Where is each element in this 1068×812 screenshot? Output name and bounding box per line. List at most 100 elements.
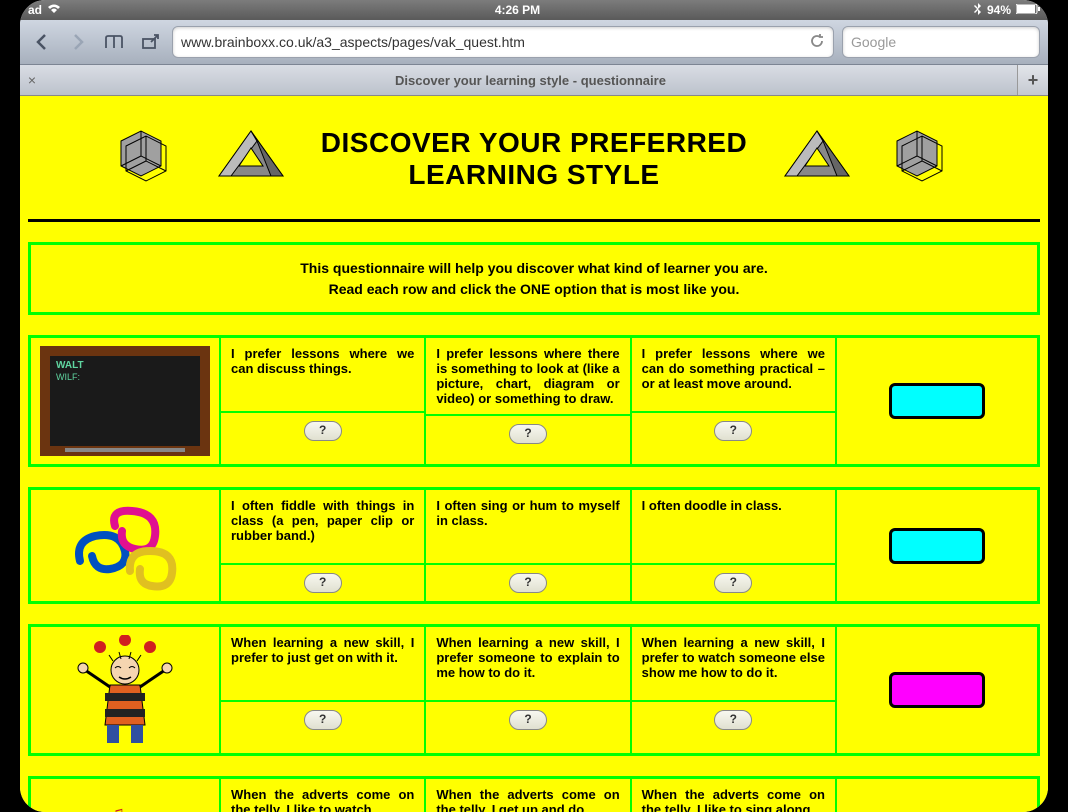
option-text: When learning a new skill, I prefer to j… — [221, 627, 424, 702]
option-button-cell: ? — [632, 413, 835, 449]
option-select-button[interactable]: ? — [714, 421, 752, 441]
juggler-icon — [65, 635, 185, 745]
option-select-button[interactable]: ? — [304, 421, 342, 441]
cube-icon — [111, 121, 181, 196]
bookmarks-button[interactable] — [100, 28, 128, 56]
result-cell — [837, 338, 1037, 464]
option-column: I often sing or hum to myself in class.? — [426, 490, 631, 601]
new-tab-button[interactable]: + — [1017, 65, 1048, 95]
battery-icon — [1016, 3, 1040, 17]
option-column: I prefer lessons where we can do somethi… — [632, 338, 837, 464]
option-text: I often fiddle with things in class (a p… — [221, 490, 424, 565]
option-text: I prefer lessons where we can do somethi… — [632, 338, 835, 413]
question-row: I often fiddle with things in class (a p… — [28, 487, 1040, 604]
cube-icon — [887, 121, 957, 196]
tab-title: Discover your learning style - questionn… — [44, 73, 1017, 88]
result-indicator — [889, 383, 985, 419]
carrier-label: ad — [28, 3, 42, 17]
result-cell — [837, 779, 1037, 812]
bluetooth-icon — [974, 3, 982, 18]
options-group: When learning a new skill, I prefer to j… — [221, 627, 837, 753]
search-placeholder: Google — [851, 34, 896, 50]
chalkboard-icon: WALTWILF: — [40, 346, 210, 456]
question-image: ♪ ♫ ♪ — [31, 779, 221, 812]
option-select-button[interactable]: ? — [509, 710, 547, 730]
result-indicator — [889, 672, 985, 708]
share-button[interactable] — [136, 28, 164, 56]
option-text: I often sing or hum to myself in class. — [426, 490, 629, 565]
result-cell — [837, 490, 1037, 601]
option-button-cell: ? — [426, 416, 629, 452]
option-column: I prefer lessons where there is somethin… — [426, 338, 631, 464]
page-header: DISCOVER YOUR PREFERRED LEARNING STYLE — [20, 96, 1048, 211]
back-button[interactable] — [28, 28, 56, 56]
option-column: I often fiddle with things in class (a p… — [221, 490, 426, 601]
option-select-button[interactable]: ? — [509, 573, 547, 593]
option-text: When learning a new skill, I prefer some… — [426, 627, 629, 702]
browser-toolbar: www.brainboxx.co.uk/a3_aspects/pages/vak… — [20, 20, 1048, 65]
option-text: When the adverts come on the telly, I li… — [221, 779, 424, 812]
option-button-cell: ? — [221, 565, 424, 601]
option-button-cell: ? — [426, 565, 629, 601]
tab-close-button[interactable]: × — [20, 72, 44, 88]
option-column: When learning a new skill, I prefer to w… — [632, 627, 837, 753]
question-row: When learning a new skill, I prefer to j… — [28, 624, 1040, 756]
intro-box: This questionnaire will help you discove… — [28, 242, 1040, 315]
option-button-cell: ? — [426, 702, 629, 738]
music-icon: ♪ ♫ ♪ — [60, 805, 190, 812]
page-content[interactable]: DISCOVER YOUR PREFERRED LEARNING STYLE T… — [20, 96, 1048, 812]
option-column: I prefer lessons where we can discuss th… — [221, 338, 426, 464]
option-button-cell: ? — [221, 413, 424, 449]
question-row: WALTWILF:I prefer lessons where we can d… — [28, 335, 1040, 467]
option-select-button[interactable]: ? — [304, 710, 342, 730]
tab-bar: × Discover your learning style - questio… — [20, 65, 1048, 96]
option-select-button[interactable]: ? — [714, 573, 752, 593]
option-column: When learning a new skill, I prefer some… — [426, 627, 631, 753]
option-column: When the adverts come on the telly, I ge… — [426, 779, 631, 812]
triangle-icon — [777, 126, 857, 191]
option-text: When learning a new skill, I prefer to w… — [632, 627, 835, 702]
url-text: www.brainboxx.co.uk/a3_aspects/pages/vak… — [181, 34, 525, 50]
option-text: I prefer lessons where there is somethin… — [426, 338, 629, 416]
status-bar: ad 4:26 PM 94% — [20, 0, 1048, 20]
svg-text:♫: ♫ — [110, 805, 125, 812]
page-title: DISCOVER YOUR PREFERRED LEARNING STYLE — [321, 127, 747, 191]
options-group: I often fiddle with things in class (a p… — [221, 490, 837, 601]
option-text: When the adverts come on the telly, I li… — [632, 779, 835, 812]
result-cell — [837, 627, 1037, 753]
question-image — [31, 627, 221, 753]
clock: 4:26 PM — [495, 3, 540, 17]
question-image: WALTWILF: — [31, 338, 221, 464]
option-button-cell: ? — [632, 702, 835, 738]
question-image — [31, 490, 221, 601]
result-indicator — [889, 528, 985, 564]
wifi-icon — [47, 3, 61, 17]
option-column: When the adverts come on the telly, I li… — [221, 779, 426, 812]
option-column: I often doodle in class.? — [632, 490, 837, 601]
svg-text:♪: ♪ — [145, 808, 155, 812]
url-bar[interactable]: www.brainboxx.co.uk/a3_aspects/pages/vak… — [172, 26, 834, 58]
option-button-cell: ? — [221, 702, 424, 738]
divider — [28, 219, 1040, 222]
triangle-icon — [211, 126, 291, 191]
intro-line-2: Read each row and click the ONE option t… — [41, 281, 1027, 297]
option-button-cell: ? — [632, 565, 835, 601]
options-group: When the adverts come on the telly, I li… — [221, 779, 837, 812]
option-select-button[interactable]: ? — [714, 710, 752, 730]
options-group: I prefer lessons where we can discuss th… — [221, 338, 837, 464]
svg-text:♪: ♪ — [80, 808, 90, 812]
reload-icon[interactable] — [809, 33, 825, 52]
option-text: I often doodle in class. — [632, 490, 835, 565]
option-column: When the adverts come on the telly, I li… — [632, 779, 837, 812]
paperclips-icon — [60, 501, 190, 591]
option-column: When learning a new skill, I prefer to j… — [221, 627, 426, 753]
option-text: I prefer lessons where we can discuss th… — [221, 338, 424, 413]
battery-percent: 94% — [987, 3, 1011, 17]
option-select-button[interactable]: ? — [304, 573, 342, 593]
intro-line-1: This questionnaire will help you discove… — [41, 260, 1027, 276]
option-select-button[interactable]: ? — [509, 424, 547, 444]
question-row: ♪ ♫ ♪ When the adverts come on the telly, I… — [28, 776, 1040, 812]
forward-button[interactable] — [64, 28, 92, 56]
option-text: When the adverts come on the telly, I ge… — [426, 779, 629, 812]
search-input[interactable]: Google — [842, 26, 1040, 58]
